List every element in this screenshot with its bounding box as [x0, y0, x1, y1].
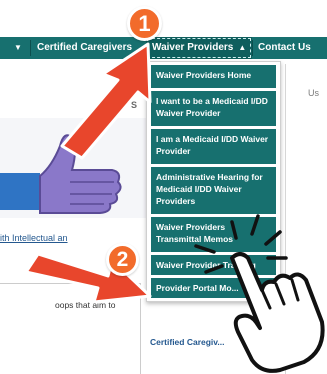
step-2-badge: 2: [106, 243, 139, 276]
step-1-badge: 1: [127, 6, 162, 41]
nav-contact-us[interactable]: Contact Us: [258, 42, 311, 53]
chevron-down-icon[interactable]: ▼: [14, 43, 22, 52]
chevron-up-icon: ▲: [238, 43, 247, 52]
main-navbar: ▼ Certified Caregivers Waiver Providers ▲…: [0, 37, 327, 59]
right-panel: [285, 64, 327, 374]
nav-waiver-providers[interactable]: Waiver Providers ▲: [146, 37, 253, 59]
menu-item-am-a-provider[interactable]: I am a Medicaid I/DD Waiver Provider: [151, 129, 276, 164]
nav-divider: [252, 40, 253, 56]
waiver-providers-dropdown: Waiver Providers Home I want to be a Med…: [146, 61, 281, 302]
thumbs-up-hand-image: [0, 118, 148, 218]
background-text: oops that aim to: [55, 300, 116, 310]
hero-image: [0, 118, 148, 218]
menu-item-transmittal-memos[interactable]: Waiver Providers Transmittal Memos: [151, 217, 276, 252]
certified-caregivers-link[interactable]: Certified Caregiv...: [150, 337, 224, 347]
menu-item-provider-training[interactable]: Waiver Provider Training: [151, 255, 276, 275]
nav-divider: [30, 40, 31, 56]
right-panel-label: Us: [308, 88, 319, 98]
background-link[interactable]: ith Intellectual an: [0, 233, 68, 243]
menu-item-provider-portal[interactable]: Provider Portal Mo...: [151, 278, 276, 298]
menu-item-waiver-providers-home[interactable]: Waiver Providers Home: [151, 65, 276, 88]
menu-item-want-to-be-provider[interactable]: I want to be a Medicaid I/DD Waiver Prov…: [151, 91, 276, 126]
menu-item-administrative-hearing[interactable]: Administrative Hearing for Medicaid I/DD…: [151, 167, 276, 214]
nav-certified-caregivers[interactable]: Certified Caregivers: [37, 42, 132, 53]
nav-waiver-providers-label: Waiver Providers: [152, 42, 234, 53]
background-card: [0, 283, 141, 374]
page: ith Intellectual an oops that aim to Us …: [0, 0, 327, 374]
left-edge-label: S: [131, 100, 138, 110]
